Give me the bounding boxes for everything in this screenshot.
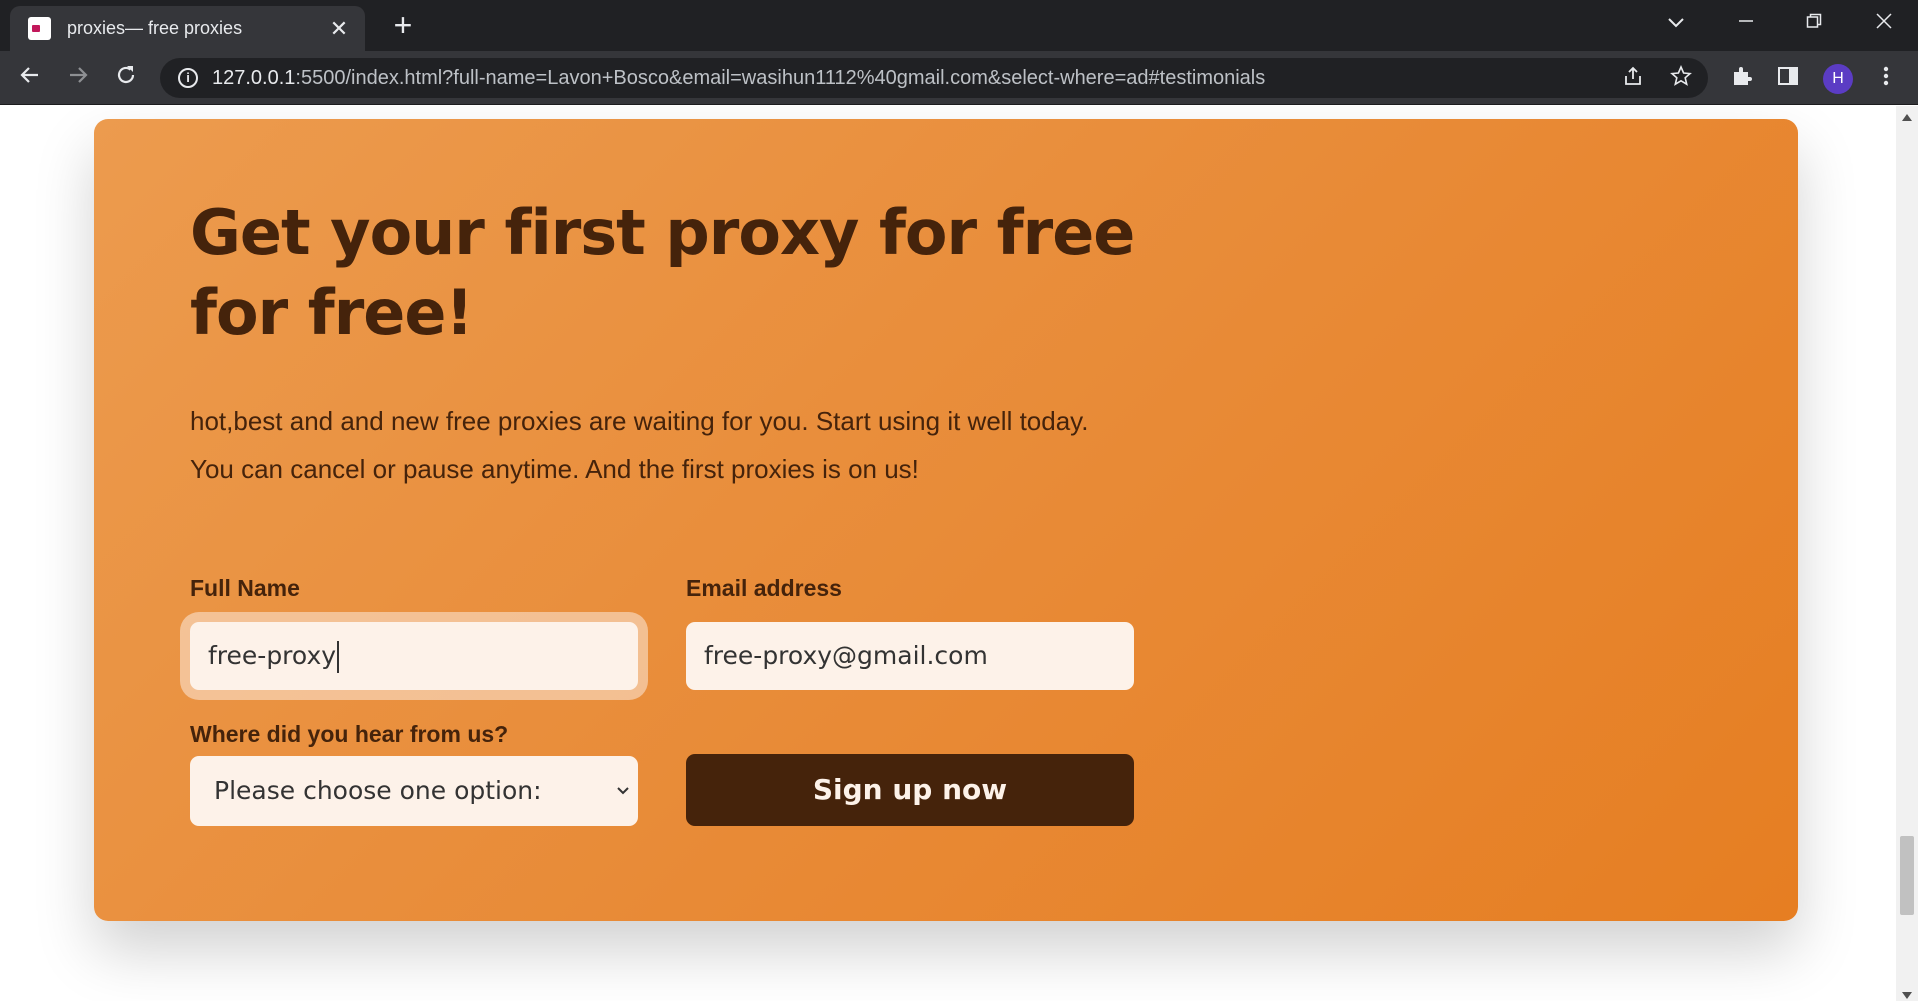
extensions-puzzle-icon[interactable] — [1728, 64, 1756, 92]
cta-signup-card: Get your first proxy for free for free! … — [94, 119, 1798, 921]
scrollbar-thumb[interactable] — [1900, 836, 1914, 915]
email-label: Email address — [686, 575, 842, 601]
site-favicon-icon — [28, 17, 51, 40]
forward-arrow-icon[interactable] — [62, 62, 94, 94]
select-chevron-down-icon — [616, 756, 630, 826]
url-path: :5500/index.html?full-name=Lavon+Bosco&e… — [295, 67, 1266, 89]
tab-title: proxies— free proxies — [67, 18, 243, 38]
tab-close-icon[interactable]: ✕ — [327, 17, 351, 40]
cta-heading: Get your first proxy for free for free! — [190, 196, 1135, 349]
full-name-value: free-proxy — [208, 641, 337, 670]
full-name-label: Full Name — [190, 575, 300, 601]
source-select-label: Where did you hear from us? — [190, 721, 509, 747]
cta-description: hot,best and and new free proxies are wa… — [190, 406, 1089, 484]
page-scrollbar[interactable] — [1896, 106, 1918, 1001]
site-info-icon[interactable]: i — [178, 68, 198, 88]
restore-icon[interactable] — [1794, 6, 1834, 40]
back-arrow-icon[interactable] — [14, 62, 46, 94]
browser-menu-icon[interactable] — [1872, 64, 1900, 92]
source-select-value: Please choose one option: — [214, 776, 542, 805]
url-host: 127.0.0.1 — [212, 67, 296, 89]
scroll-up-arrow-icon[interactable] — [1902, 114, 1912, 121]
text-caret — [337, 641, 340, 673]
new-tab-button[interactable]: + — [388, 8, 418, 42]
browser-tab[interactable]: proxies— free proxies ✕ — [10, 6, 365, 51]
profile-avatar[interactable]: H — [1823, 64, 1853, 94]
window-close-icon[interactable] — [1864, 6, 1904, 40]
sign-up-button[interactable]: Sign up now — [686, 754, 1134, 826]
tab-strip: proxies— free proxies ✕ + — [0, 0, 1918, 51]
scroll-down-arrow-icon[interactable] — [1902, 992, 1912, 999]
email-input[interactable]: free-proxy@gmail.com — [686, 622, 1134, 690]
full-name-input[interactable]: free-proxy — [190, 622, 638, 690]
minimize-icon[interactable] — [1726, 6, 1766, 40]
tab-search-chevron-icon[interactable] — [1656, 6, 1696, 40]
page-viewport: Get your first proxy for free for free! … — [0, 106, 1896, 1001]
url-text[interactable]: 127.0.0.1:5500/index.html?full-name=Lavo… — [212, 67, 1265, 90]
reload-icon[interactable] — [110, 62, 142, 94]
browser-toolbar: i 127.0.0.1:5500/index.html?full-name=La… — [0, 51, 1918, 105]
address-bar[interactable]: i 127.0.0.1:5500/index.html?full-name=La… — [160, 58, 1708, 98]
email-value: free-proxy@gmail.com — [704, 641, 988, 670]
share-icon[interactable] — [1620, 65, 1646, 91]
source-select[interactable]: Please choose one option: — [190, 756, 638, 826]
side-panel-icon[interactable] — [1774, 64, 1802, 92]
bookmark-star-icon[interactable] — [1668, 64, 1694, 91]
